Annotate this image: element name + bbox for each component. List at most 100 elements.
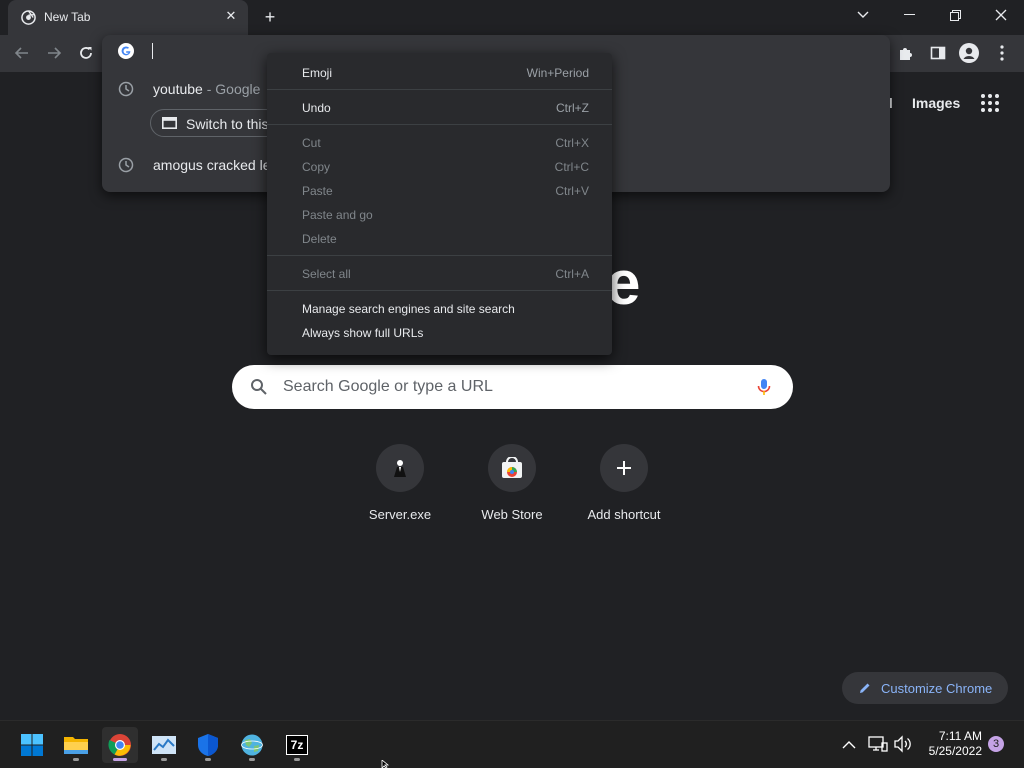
shortcut-label: Server.exe xyxy=(368,507,432,522)
7zip-icon: 7z xyxy=(286,735,308,755)
reload-button[interactable] xyxy=(73,40,99,66)
switch-to-tab-button[interactable]: Switch to this xyxy=(150,109,280,137)
chrome-menu-button[interactable] xyxy=(989,40,1015,66)
taskbar-7zip[interactable]: 7z xyxy=(279,727,315,763)
running-indicator xyxy=(161,758,167,761)
menu-item-label: Always show full URLs xyxy=(302,326,424,340)
volume-button[interactable] xyxy=(893,735,913,753)
menu-item-undo[interactable]: Undo Ctrl+Z xyxy=(267,96,612,120)
images-link[interactable]: Images xyxy=(912,95,960,111)
chevron-up-icon xyxy=(842,741,856,749)
puzzle-icon xyxy=(900,48,912,60)
tab-switch-icon xyxy=(162,117,177,129)
menu-item-select-all[interactable]: Select all Ctrl+A xyxy=(267,262,612,286)
reload-icon xyxy=(80,47,92,59)
running-indicator xyxy=(205,758,211,761)
menu-item-label: Copy xyxy=(302,160,331,174)
menu-item-always-show-full-urls[interactable]: Always show full URLs xyxy=(267,321,612,345)
speaker-icon xyxy=(894,735,911,753)
shortcut-tile xyxy=(488,444,536,492)
menu-separator xyxy=(267,255,612,256)
customize-label: Customize Chrome xyxy=(881,681,993,696)
menu-item-shortcut: Ctrl+C xyxy=(554,160,589,174)
tab-search-button[interactable] xyxy=(840,0,886,30)
menu-item-cut[interactable]: Cut Ctrl+X xyxy=(267,131,612,155)
menu-item-paste-and-go[interactable]: Paste and go xyxy=(267,203,612,227)
menu-separator xyxy=(267,290,612,291)
running-indicator xyxy=(294,758,300,761)
taskbar: 7z xyxy=(0,720,1024,768)
close-icon xyxy=(995,9,1007,21)
restore-button[interactable] xyxy=(932,0,978,30)
task-manager-icon xyxy=(152,736,176,754)
side-panel-button[interactable] xyxy=(925,40,951,66)
close-tab-icon[interactable]: ✕ xyxy=(222,7,240,25)
restore-icon xyxy=(949,9,961,21)
shortcut-label: Add shortcut xyxy=(587,507,661,522)
menu-item-delete[interactable]: Delete xyxy=(267,227,612,251)
menu-item-shortcut: Ctrl+X xyxy=(555,136,589,150)
profile-button[interactable] xyxy=(956,40,982,66)
shortcut-web-store[interactable]: Web Store xyxy=(456,444,568,534)
menu-item-emoji[interactable]: Emoji Win+Period xyxy=(267,61,612,85)
extensions-button[interactable] xyxy=(893,40,919,66)
taskbar-task-manager[interactable] xyxy=(146,727,182,763)
add-shortcut-button[interactable]: Add shortcut xyxy=(568,444,680,534)
search-placeholder: Search Google or type a URL xyxy=(283,378,493,395)
mouse-cursor-icon xyxy=(381,760,390,768)
close-window-button[interactable] xyxy=(978,0,1024,30)
menu-separator xyxy=(267,124,612,125)
customize-chrome-button[interactable]: Customize Chrome xyxy=(842,672,1008,704)
omnibox-input[interactable] xyxy=(152,43,153,59)
tab-strip: New Tab ✕ + xyxy=(0,0,1024,35)
microphone-icon[interactable] xyxy=(754,377,774,397)
tab-title: New Tab xyxy=(44,10,91,24)
active-indicator xyxy=(113,758,127,761)
show-hidden-icons-button[interactable] xyxy=(842,737,858,753)
shortcut-label: Web Store xyxy=(481,507,543,522)
menu-item-label: Delete xyxy=(302,232,337,246)
taskbar-network-app[interactable] xyxy=(234,727,270,763)
menu-item-shortcut: Ctrl+V xyxy=(555,184,589,198)
running-indicator xyxy=(249,758,255,761)
menu-item-label: Paste xyxy=(302,184,333,198)
menu-item-label: Select all xyxy=(302,267,351,281)
taskbar-chrome[interactable] xyxy=(102,727,138,763)
history-clock-icon xyxy=(118,81,134,97)
pencil-icon xyxy=(860,683,870,693)
forward-button[interactable] xyxy=(41,40,67,66)
new-tab-button[interactable]: + xyxy=(260,7,280,27)
menu-item-shortcut: Ctrl+Z xyxy=(556,101,589,115)
taskbar-windows-security[interactable] xyxy=(190,727,226,763)
menu-item-copy[interactable]: Copy Ctrl+C xyxy=(267,155,612,179)
shortcut-tile xyxy=(600,444,648,492)
ntp-search-box[interactable]: Search Google or type a URL xyxy=(232,365,793,409)
menu-item-shortcut: Win+Period xyxy=(526,66,589,80)
taskbar-file-explorer[interactable] xyxy=(58,727,94,763)
google-apps-button[interactable] xyxy=(980,93,1000,113)
tab-new-tab[interactable]: New Tab ✕ xyxy=(8,0,248,35)
server-favicon-icon xyxy=(394,460,406,477)
shortcut-server-exe[interactable]: Server.exe xyxy=(344,444,456,534)
folder-icon xyxy=(64,737,88,754)
minimize-button[interactable] xyxy=(886,0,932,30)
suggestion-text: youtube - Google xyxy=(153,81,261,97)
menu-item-label: Manage search engines and site search xyxy=(302,302,515,316)
apps-grid-icon xyxy=(981,94,999,112)
search-icon xyxy=(251,379,267,395)
taskbar-clock[interactable]: 7:11 AM 5/25/2022 xyxy=(920,729,982,759)
context-menu: Emoji Win+Period Undo Ctrl+Z Cut Ctrl+X Cop… xyxy=(267,53,612,355)
menu-item-paste[interactable]: Paste Ctrl+V xyxy=(267,179,612,203)
windows-start-icon xyxy=(21,734,43,756)
network-status-button[interactable] xyxy=(868,735,888,753)
back-button[interactable] xyxy=(9,40,35,66)
start-button[interactable] xyxy=(14,727,50,763)
history-clock-icon xyxy=(118,157,134,173)
forward-arrow-icon xyxy=(48,47,62,59)
minimize-icon xyxy=(903,14,915,15)
menu-item-manage-search-engines[interactable]: Manage search engines and site search xyxy=(267,297,612,321)
menu-item-label: Cut xyxy=(302,136,321,150)
notification-badge[interactable]: 3 xyxy=(988,736,1004,752)
clock-date: 5/25/2022 xyxy=(928,744,982,758)
clock-time: 7:11 AM xyxy=(938,729,982,743)
